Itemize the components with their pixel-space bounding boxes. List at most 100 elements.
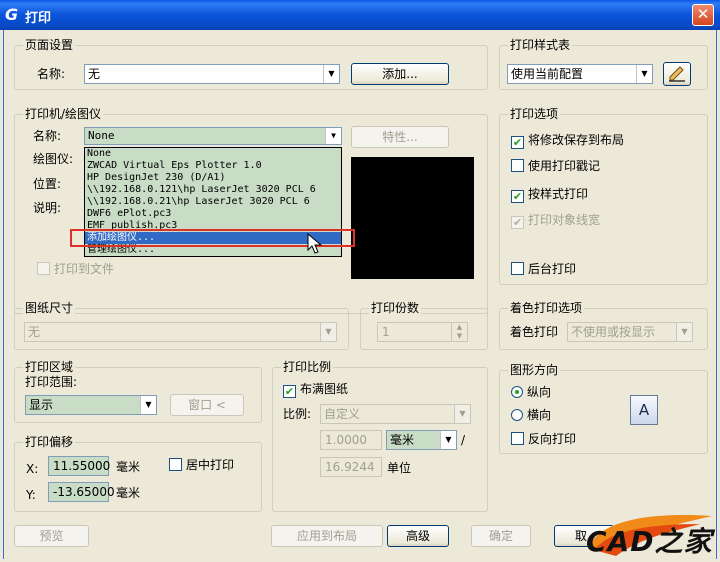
ok-button[interactable]: 确定 [471,525,531,547]
checkbox-box [169,458,182,471]
chevron-down-icon[interactable]: ▼ [636,65,652,83]
landscape-radio[interactable]: 横向 [511,408,551,424]
checkbox-box: ✔ [511,216,524,229]
mouse-cursor-icon [307,233,323,254]
plot-style-legend: 打印样式表 [508,38,573,52]
plot-with-styles-label: 按样式打印 [528,187,589,201]
plot-range-combo[interactable]: 显示 ▼ [25,395,157,415]
description-label: 说明: [33,201,62,215]
reverse-plot-checkbox[interactable]: 反向打印 [511,432,576,448]
print-to-file-label: 打印到文件 [54,262,115,276]
plot-style-combo[interactable]: 使用当前配置 ▼ [507,64,653,84]
window-title: 打印 [25,11,52,26]
radio-dot [511,386,523,398]
center-plot-label: 居中打印 [186,458,235,472]
printer-legend: 打印机/绘图仪 [23,107,104,121]
title-bar: G 打印 ✕ [0,0,720,30]
paper-size-combo[interactable]: 无 ▼ [24,322,337,342]
page-setup-name-value: 无 [88,67,101,81]
landscape-label: 横向 [527,408,552,422]
page-setup-name-combo[interactable]: 无 ▼ [84,64,340,84]
app-logo-icon: G [5,5,19,24]
chevron-down-icon[interactable]: ▼ [440,431,456,449]
fit-to-paper-label: 布满图纸 [300,382,349,396]
printer-option[interactable]: \\192.168.0.121\hp LaserJet 3020 PCL 6 [85,184,341,196]
shade-plot-combo[interactable]: 不使用或按显示 ▼ [567,322,693,342]
printer-name-combo[interactable]: None ▼ [84,127,342,145]
offset-x-unit: 毫米 [116,460,141,474]
plot-scale-legend: 打印比例 [281,360,334,374]
plot-range-value: 显示 [29,398,54,412]
edit-plot-style-button[interactable] [663,62,691,86]
shade-plot-value: 不使用或按显示 [571,325,656,339]
offset-y-field[interactable]: -13.65000 [48,482,115,502]
checkbox-box: ✔ [283,385,296,398]
plot-options-legend: 打印选项 [508,107,561,121]
window-select-button[interactable]: 窗口 < [170,394,244,416]
printer-option[interactable]: \\192.168.0.21\hp LaserJet 3020 PCL 6 [85,196,341,208]
close-button[interactable]: ✕ [692,4,714,26]
scale-slash: / [461,433,466,447]
scale-numerator-field[interactable]: 1.0000 [320,430,382,450]
printer-preview [351,157,474,279]
printer-option[interactable]: ZWCAD Virtual Eps Plotter 1.0 [85,160,341,172]
chevron-down-icon[interactable]: ▼ [323,65,339,83]
plot-range-label: 打印范围: [25,375,78,389]
printer-name-label: 名称: [33,129,62,143]
offset-y-label: Y: [26,488,36,502]
spinner-arrows-icon[interactable]: ▲ ▼ [451,323,467,341]
plot-lineweights-label: 打印对象线宽 [528,213,601,227]
pencil-icon [669,66,685,82]
printer-properties-button[interactable]: 特性... [351,126,449,148]
chevron-down-icon[interactable]: ▼ [676,323,692,341]
plot-stamp-checkbox[interactable]: 使用打印戳记 [511,159,600,175]
background-plot-label: 后台打印 [528,262,577,276]
scale-denominator-field[interactable]: 16.9244 [320,457,382,477]
background-plot-checkbox[interactable]: 后台打印 [511,262,576,278]
watermark-text: CAD之家 [586,525,713,558]
printer-name-value: None [88,129,115,142]
radio-dot [511,409,523,421]
checkbox-box [511,159,524,172]
shade-options-legend: 着色打印选项 [508,301,585,315]
copies-value: 1 [382,325,390,339]
fit-to-paper-checkbox[interactable]: ✔ 布满图纸 [283,382,348,398]
print-to-file-checkbox[interactable]: 打印到文件 [37,262,114,278]
scale-unit-value: 毫米 [390,433,415,447]
portrait-radio[interactable]: 纵向 [511,385,551,401]
scale-unit-combo[interactable]: 毫米 ▼ [386,430,457,450]
dialog-body: 页面设置 名称: 无 ▼ 添加... 打印样式表 使用当前配置 ▼ 打印机/绘图… [3,30,717,559]
checkbox-box [37,262,50,275]
plot-style-value: 使用当前配置 [511,67,584,81]
scale-combo[interactable]: 自定义 ▼ [320,404,471,424]
preview-button[interactable]: 预览 [14,525,89,547]
printer-option[interactable]: DWF6 ePlot.pc3 [85,208,341,220]
chevron-down-icon[interactable]: ▼ [140,396,156,414]
add-page-setup-button[interactable]: 添加... [351,63,449,85]
offset-x-label: X: [26,462,39,476]
chevron-down-icon[interactable]: ▼ [325,128,341,144]
portrait-page-icon: A [630,395,658,425]
save-changes-to-layout-checkbox[interactable]: ✔ 将修改保存到布局 [511,133,624,149]
portrait-label: 纵向 [527,385,552,399]
chevron-down-icon[interactable]: ▼ [320,323,336,341]
center-plot-checkbox[interactable]: 居中打印 [169,458,234,474]
shade-plot-label: 着色打印 [510,325,559,339]
paper-size-legend: 图纸尺寸 [23,301,76,315]
reverse-plot-label: 反向打印 [528,432,577,446]
plot-with-styles-checkbox[interactable]: ✔ 按样式打印 [511,187,588,203]
save-changes-to-layout-label: 将修改保存到布局 [528,133,625,147]
offset-y-unit: 毫米 [116,486,141,500]
plot-lineweights-checkbox[interactable]: ✔ 打印对象线宽 [511,213,600,229]
apply-to-layout-button[interactable]: 应用到布局 [271,525,383,547]
checkbox-box: ✔ [511,136,524,149]
printer-option[interactable]: HP DesignJet 230 (D/A1) [85,172,341,184]
location-label: 位置: [33,177,62,191]
offset-x-field[interactable]: 11.55000 [48,456,110,476]
chevron-down-icon[interactable]: ▼ [454,405,470,423]
advanced-button[interactable]: 高级 [387,525,449,547]
copies-spinner[interactable]: 1 ▲ ▼ [377,322,468,342]
printer-option[interactable]: None [85,148,341,160]
scale-value: 自定义 [324,407,361,421]
scale-label: 比例: [283,407,312,421]
